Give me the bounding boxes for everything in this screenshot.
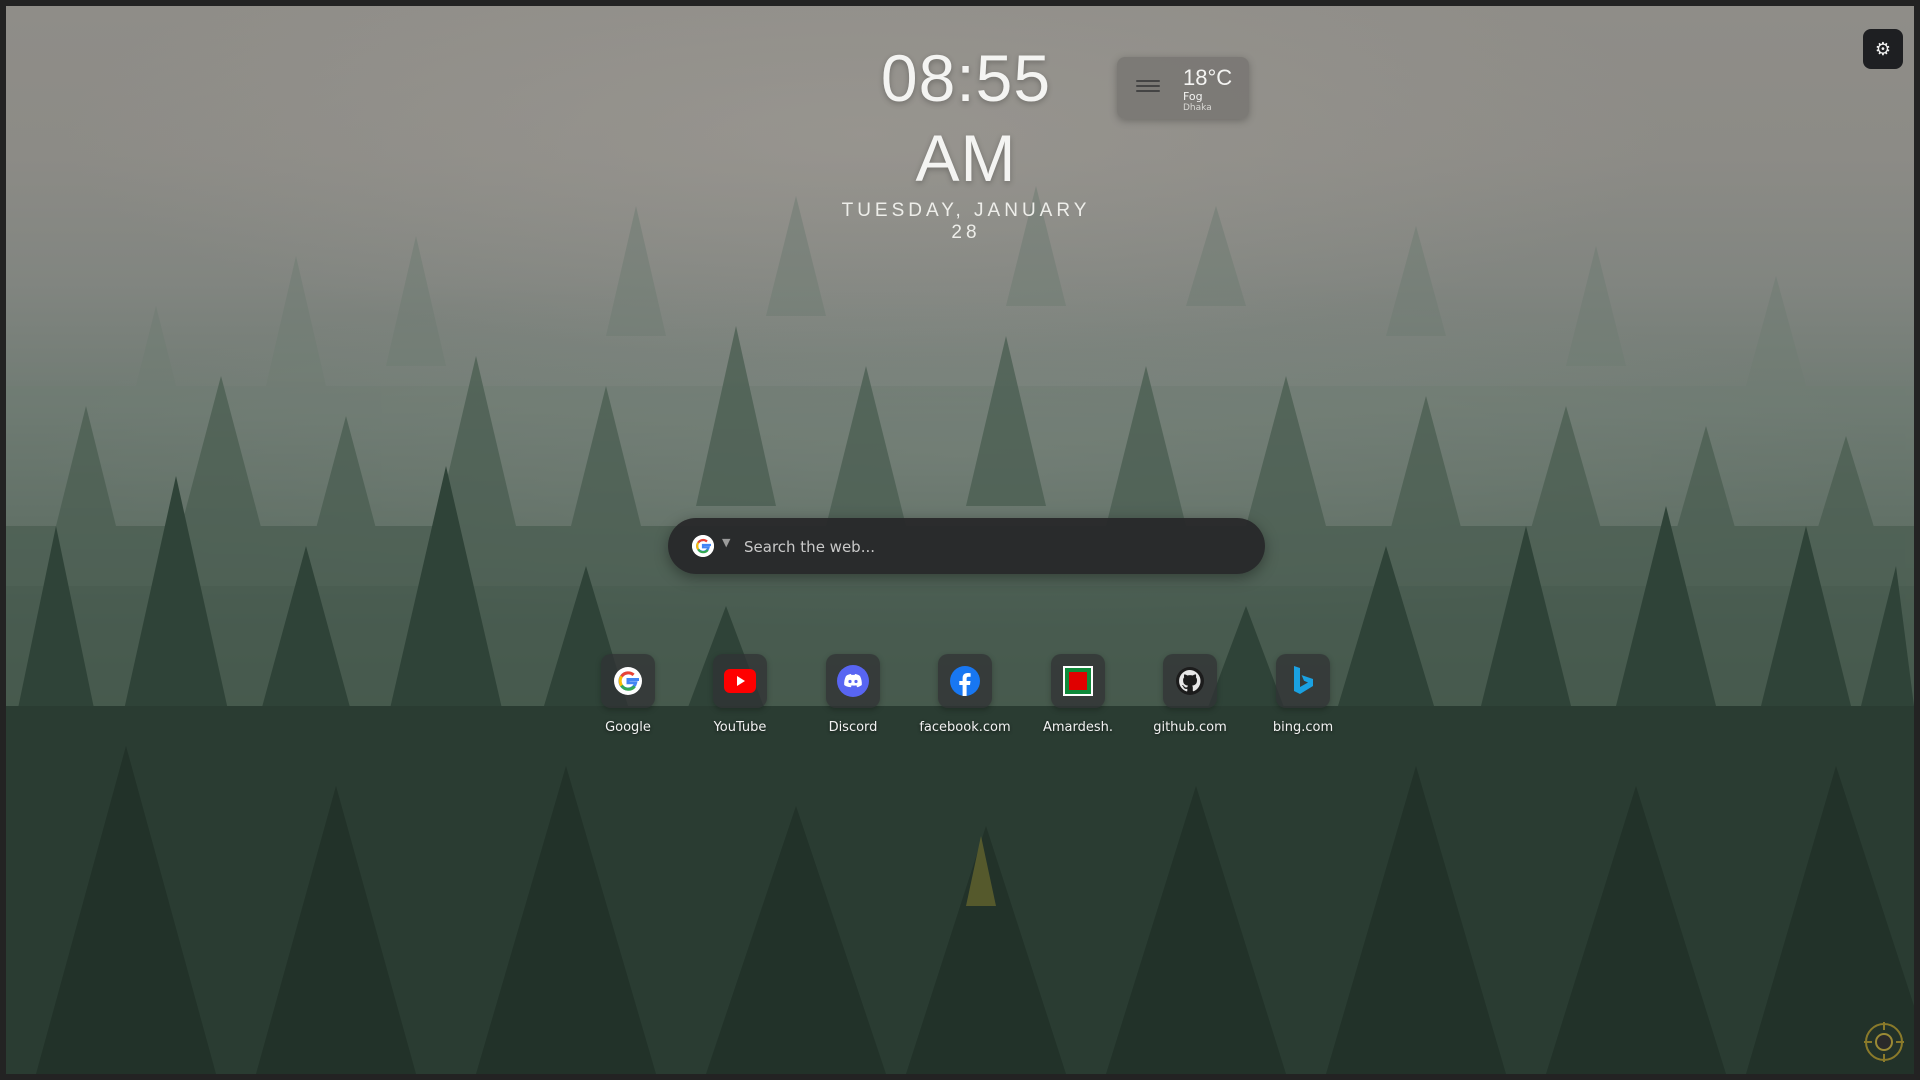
search-bar[interactable]: ▼ <box>668 518 1265 574</box>
shortcut-facebook[interactable]: facebook.com <box>910 654 1020 735</box>
shortcut-label: github.com <box>1153 720 1227 735</box>
shortcut-google[interactable]: Google <box>573 654 683 735</box>
weather-condition: Fog <box>1183 90 1203 103</box>
shortcut-label: YouTube <box>713 720 767 735</box>
shortcut-discord[interactable]: Discord <box>798 654 908 735</box>
weather-temperature: 18°C <box>1183 65 1233 90</box>
shortcut-tile[interactable] <box>1276 654 1330 708</box>
discord-icon <box>837 665 869 697</box>
shortcut-label: bing.com <box>1272 720 1334 735</box>
shortcut-tile[interactable] <box>1163 654 1217 708</box>
clock-date: TUESDAY, JANUARY 28 <box>841 200 1091 243</box>
fog-icon <box>1136 77 1160 99</box>
shortcut-tile[interactable] <box>826 654 880 708</box>
shortcut-label: Amardesh. <box>1042 720 1114 735</box>
shortcut-label: facebook.com <box>919 720 1011 735</box>
shortcut-amardesh[interactable]: Amardesh. <box>1023 654 1133 735</box>
clock-time: 08:55 AM <box>880 41 1052 195</box>
clock-widget: 08:55 AM TUESDAY, JANUARY 28 <box>826 38 1106 244</box>
shortcut-tile[interactable] <box>713 654 767 708</box>
github-icon <box>1176 667 1204 695</box>
app-logo-icon[interactable] <box>1862 1020 1906 1064</box>
youtube-icon <box>724 669 756 693</box>
shortcut-tile[interactable] <box>1051 654 1105 708</box>
gear-icon: ⚙ <box>1874 38 1892 60</box>
google-icon[interactable] <box>692 535 714 557</box>
new-tab-page: 08:55 AM TUESDAY, JANUARY 28 18°C Fog Dh… <box>6 6 1914 1074</box>
settings-button[interactable]: ⚙ <box>1863 29 1903 69</box>
shortcut-bing[interactable]: bing.com <box>1248 654 1358 735</box>
bing-icon <box>1294 666 1313 694</box>
shortcut-tile[interactable] <box>938 654 992 708</box>
facebook-icon <box>950 666 980 696</box>
shortcut-tile[interactable] <box>601 654 655 708</box>
shortcut-label: Google <box>605 720 651 735</box>
weather-widget[interactable]: 18°C Fog Dhaka <box>1117 57 1249 119</box>
weather-city: Dhaka <box>1183 103 1212 113</box>
amardesh-icon <box>1063 666 1093 696</box>
shortcut-youtube[interactable]: YouTube <box>685 654 795 735</box>
shortcut-github[interactable]: github.com <box>1135 654 1245 735</box>
shortcut-label: Discord <box>828 720 878 735</box>
google-icon <box>614 667 642 695</box>
chevron-down-icon[interactable]: ▼ <box>722 536 730 549</box>
search-input[interactable] <box>742 528 1236 566</box>
